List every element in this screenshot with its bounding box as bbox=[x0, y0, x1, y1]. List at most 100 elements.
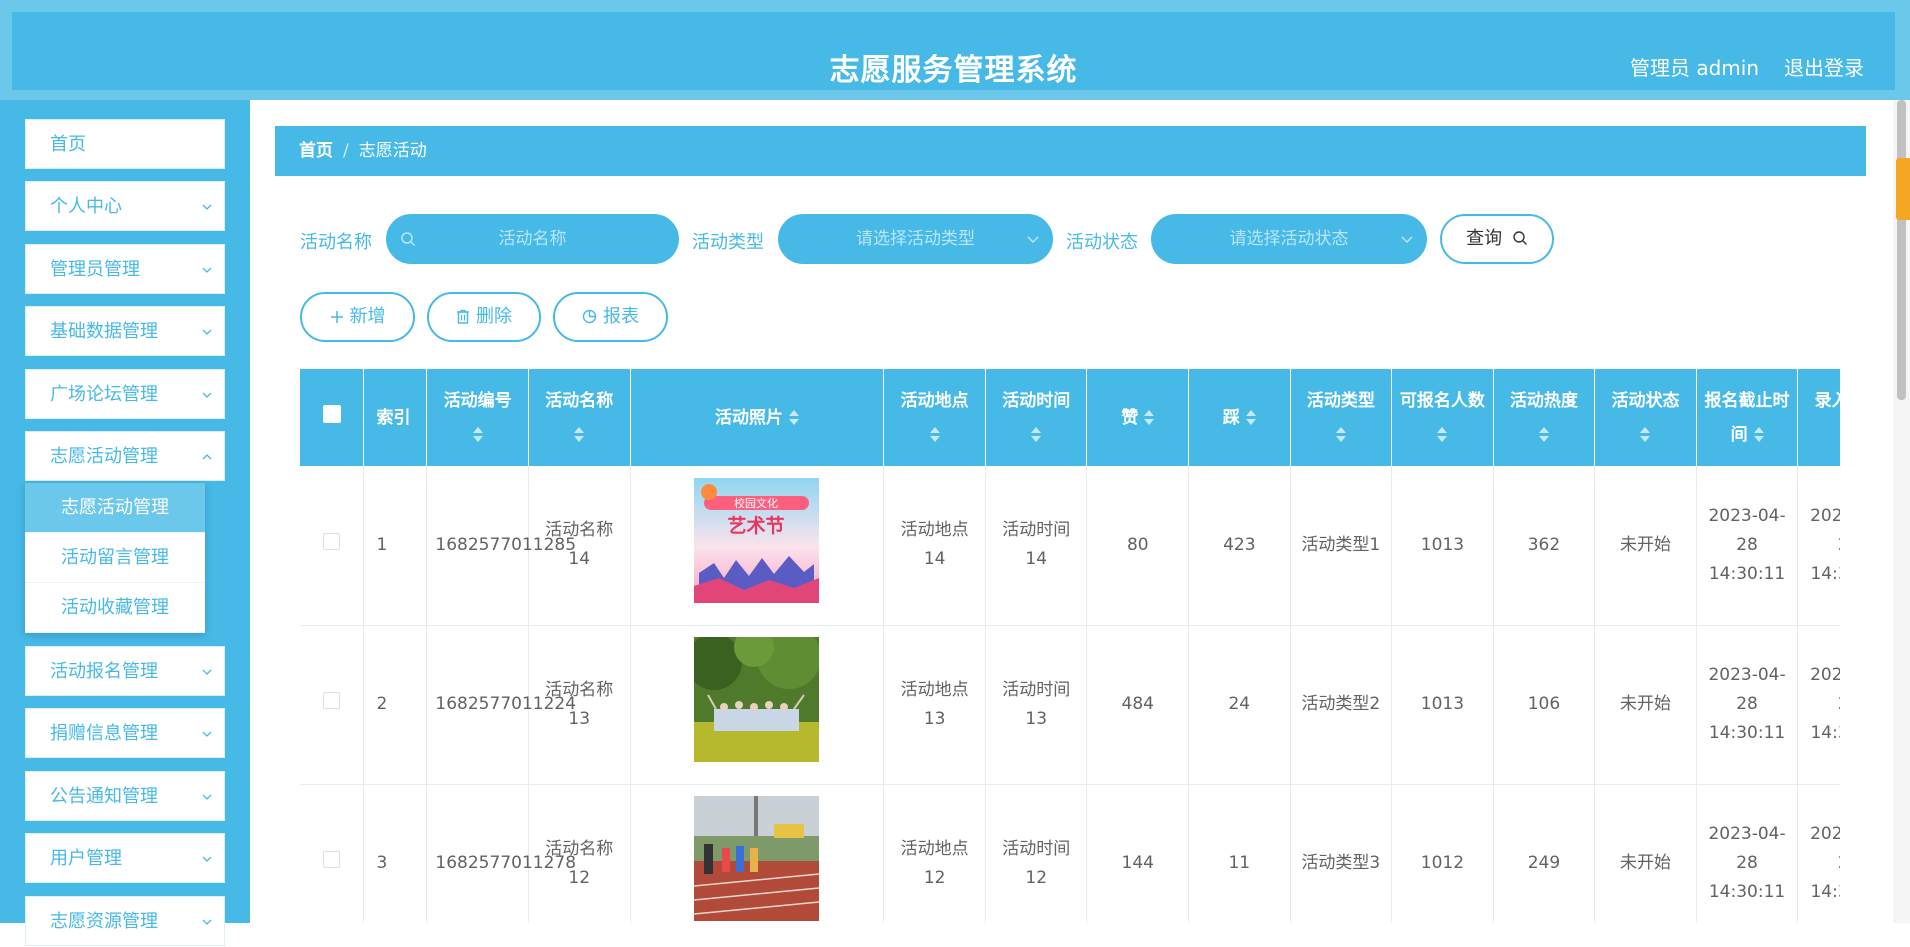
sidebar-item-registration[interactable]: 活动报名管理 bbox=[25, 646, 225, 696]
activity-type-select[interactable]: 请选择活动类型 bbox=[778, 214, 1053, 264]
col-status[interactable]: 活动状态 bbox=[1594, 369, 1697, 466]
chevron-down-icon bbox=[1401, 236, 1413, 244]
sidebar-item-label: 用户管理 bbox=[50, 848, 122, 869]
sidebar-item-label: 志愿资源管理 bbox=[50, 911, 158, 932]
sort-icon[interactable] bbox=[1335, 426, 1346, 443]
submenu-item-comments[interactable]: 活动留言管理 bbox=[25, 533, 205, 583]
vertical-scrollbar[interactable] bbox=[1893, 100, 1910, 923]
col-type[interactable]: 活动类型 bbox=[1290, 369, 1393, 466]
cell-photo bbox=[630, 784, 885, 923]
breadcrumb-home[interactable]: 首页 bbox=[299, 141, 333, 161]
sort-icon[interactable] bbox=[1144, 409, 1155, 426]
activity-photo-track[interactable] bbox=[694, 796, 820, 921]
submenu-item-activity[interactable]: 志愿活动管理 bbox=[25, 483, 205, 533]
cell-deadline: 2023-04-28 14:30:11 bbox=[1696, 625, 1799, 785]
sort-icon[interactable] bbox=[929, 426, 940, 443]
table-row[interactable]: 1 1682577011285 活动名称14 校园文化 艺术节 活动地点14 活… bbox=[300, 466, 1840, 626]
cell-heat: 249 bbox=[1493, 784, 1596, 923]
chevron-down-icon bbox=[202, 329, 212, 335]
sort-icon[interactable] bbox=[1031, 426, 1042, 443]
logout-link[interactable]: 退出登录 bbox=[1784, 52, 1864, 81]
chevron-down-icon bbox=[202, 204, 212, 210]
cell-index: 2 bbox=[363, 625, 428, 785]
sidebar-item-home[interactable]: 首页 bbox=[25, 119, 225, 169]
select-all-checkbox[interactable] bbox=[300, 369, 365, 466]
cell-deadline: 2023-04-28 14:30:11 bbox=[1696, 784, 1799, 923]
cell-type: 活动类型1 bbox=[1290, 466, 1393, 626]
cell-quota: 1013 bbox=[1391, 625, 1494, 785]
cell-photo bbox=[630, 625, 885, 785]
cell-code: 1682577011278 bbox=[426, 784, 576, 923]
query-button[interactable]: 查询 bbox=[1440, 214, 1554, 264]
cell-code: 1682577011285 bbox=[426, 466, 576, 626]
row-checkbox[interactable] bbox=[300, 784, 365, 923]
sidebar-item-forum[interactable]: 广场论坛管理 bbox=[25, 369, 225, 419]
sidebar-item-label: 个人中心 bbox=[50, 196, 122, 217]
cell-type: 活动类型3 bbox=[1290, 784, 1393, 923]
activity-photo-festival[interactable]: 校园文化 艺术节 bbox=[694, 477, 820, 603]
row-checkbox[interactable] bbox=[300, 466, 365, 626]
sort-icon[interactable] bbox=[788, 409, 799, 426]
search-icon bbox=[401, 232, 416, 247]
submenu-item-favorites[interactable]: 活动收藏管理 bbox=[25, 583, 205, 633]
chevron-down-icon bbox=[202, 919, 212, 925]
sidebar-item-resources[interactable]: 志愿资源管理 bbox=[25, 896, 225, 946]
report-button[interactable]: 报表 bbox=[553, 292, 668, 342]
col-place[interactable]: 活动地点 bbox=[883, 369, 986, 466]
sort-icon[interactable] bbox=[1538, 426, 1549, 443]
sort-icon[interactable] bbox=[1245, 409, 1256, 426]
query-label: 查询 bbox=[1466, 228, 1503, 249]
col-time-label: 活动时间 bbox=[1002, 390, 1071, 411]
activity-name-placeholder: 活动名称 bbox=[498, 229, 567, 249]
sort-icon[interactable] bbox=[574, 426, 585, 443]
activity-name-label: 活动名称 bbox=[300, 232, 372, 253]
col-heat[interactable]: 活动热度 bbox=[1493, 369, 1596, 466]
col-like[interactable]: 赞 bbox=[1086, 369, 1190, 466]
sidebar-item-notice[interactable]: 公告通知管理 bbox=[25, 771, 225, 821]
add-button[interactable]: 新增 bbox=[300, 292, 415, 342]
table-row[interactable]: 2 1682577011224 活动名称13 活动地点13 活动时间13 484… bbox=[300, 625, 1840, 785]
cell-heat: 106 bbox=[1493, 625, 1596, 785]
sort-icon[interactable] bbox=[472, 426, 483, 443]
col-photo[interactable]: 活动照片 bbox=[630, 369, 885, 466]
sidebar-item-admin[interactable]: 管理员管理 bbox=[25, 244, 225, 294]
cell-type: 活动类型2 bbox=[1290, 625, 1393, 785]
col-place-label: 活动地点 bbox=[900, 390, 969, 411]
scrollbar-thumb[interactable] bbox=[1897, 100, 1906, 400]
chevron-down-icon bbox=[202, 856, 212, 862]
table-header-row: 索引 活动编号 活动名称 活动照片 活动地点 活动时间 赞 踩 活动类型 可报名… bbox=[300, 369, 1840, 466]
cell-time: 活动时间14 bbox=[985, 466, 1088, 626]
sort-icon[interactable] bbox=[1640, 426, 1651, 443]
table-row[interactable]: 3 1682577011278 活动名称12 活动地点12 活动时间12 144… bbox=[300, 784, 1840, 923]
activity-table: 索引 活动编号 活动名称 活动照片 活动地点 活动时间 赞 踩 活动类型 可报名… bbox=[300, 369, 1840, 923]
col-deadline[interactable]: 报名截止时间 bbox=[1696, 369, 1799, 466]
sidebar-item-profile[interactable]: 个人中心 bbox=[25, 181, 225, 231]
sidebar-item-volunteer-activity[interactable]: 志愿活动管理 bbox=[25, 431, 225, 481]
col-quota[interactable]: 可报名人数 bbox=[1391, 369, 1494, 466]
sidebar-item-users[interactable]: 用户管理 bbox=[25, 833, 225, 883]
sidebar-item-basic-data[interactable]: 基础数据管理 bbox=[25, 306, 225, 356]
sort-icon[interactable] bbox=[1753, 426, 1764, 443]
activity-name-input[interactable]: 活动名称 bbox=[386, 214, 679, 264]
sidebar-item-donation[interactable]: 捐赠信息管理 bbox=[25, 708, 225, 758]
sidebar-item-label: 广场论坛管理 bbox=[50, 384, 158, 405]
col-created[interactable]: 录入时间 bbox=[1797, 369, 1840, 466]
col-type-label: 活动类型 bbox=[1306, 390, 1375, 411]
scroll-marker bbox=[1896, 158, 1910, 220]
sort-icon[interactable] bbox=[1437, 426, 1448, 443]
row-checkbox[interactable] bbox=[300, 625, 365, 785]
col-time[interactable]: 活动时间 bbox=[985, 369, 1088, 466]
activity-status-select[interactable]: 请选择活动状态 bbox=[1151, 214, 1427, 264]
cell-quota: 1012 bbox=[1391, 784, 1494, 923]
activity-photo-field[interactable] bbox=[686, 625, 822, 762]
col-dislike[interactable]: 踩 bbox=[1188, 369, 1291, 466]
delete-button[interactable]: 删除 bbox=[427, 292, 541, 342]
cell-created: 2023-04-27 14:30:11 bbox=[1797, 466, 1840, 626]
col-like-label: 赞 bbox=[1121, 407, 1139, 428]
sidebar-item-label: 管理员管理 bbox=[50, 259, 140, 280]
col-name[interactable]: 活动名称 bbox=[528, 369, 631, 466]
chevron-down-icon bbox=[202, 669, 212, 675]
cell-created: 2023-04-27 14:30:11 bbox=[1797, 625, 1840, 785]
col-code[interactable]: 活动编号 bbox=[426, 369, 529, 466]
cell-created: 2023-04-27 14:30:11 bbox=[1797, 784, 1840, 923]
